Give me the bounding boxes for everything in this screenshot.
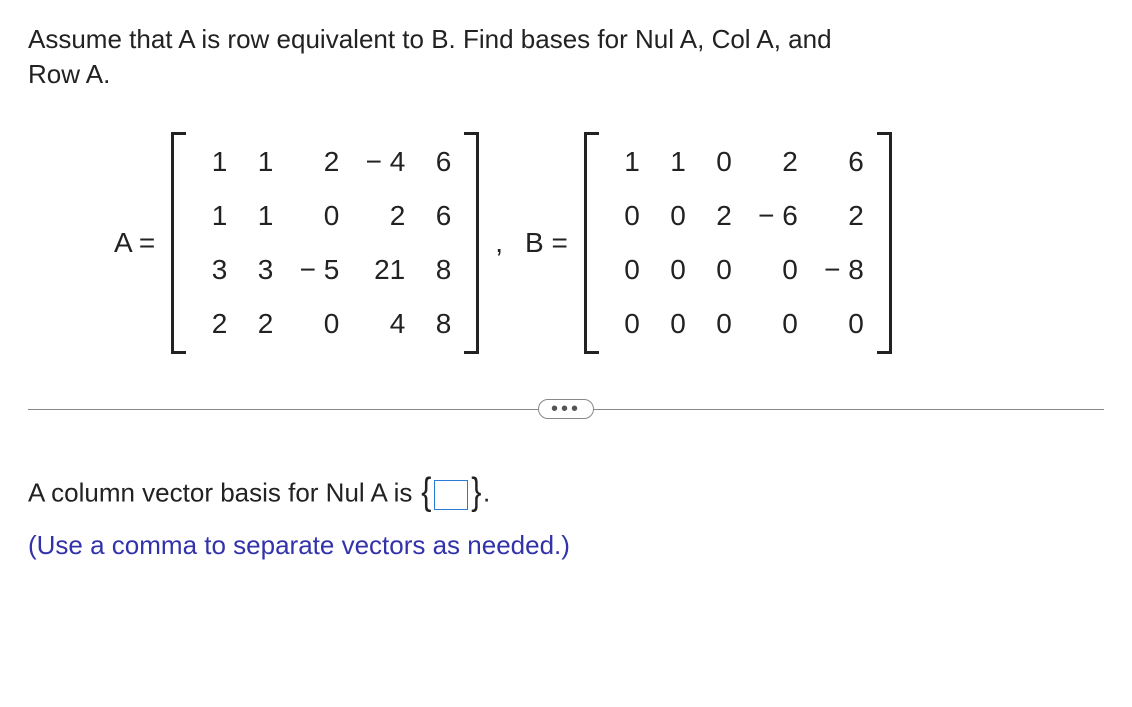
answer-prompt: A column vector basis for Nul A is bbox=[28, 477, 420, 507]
matrix-cell: 6 bbox=[423, 200, 451, 232]
matrix-cell: 0 bbox=[704, 308, 732, 340]
matrix-cell: 0 bbox=[612, 308, 640, 340]
matrix-a-grid: 1 1 2 − 4 6 1 1 0 2 6 3 3 − 5 21 8 2 2 0… bbox=[185, 132, 465, 354]
matrix-cell: − 8 bbox=[816, 254, 864, 286]
matrix-cell: 0 bbox=[750, 254, 798, 286]
matrix-cell: 8 bbox=[423, 254, 451, 286]
answer-section: A column vector basis for Nul A is {}. (… bbox=[28, 464, 1104, 566]
matrix-cell: 0 bbox=[658, 308, 686, 340]
matrix-separator: , bbox=[495, 227, 503, 259]
question-line-1: Assume that A is row equivalent to B. Fi… bbox=[28, 24, 832, 54]
matrix-cell: − 5 bbox=[291, 254, 339, 286]
section-divider: ••• bbox=[28, 399, 1104, 419]
matrix-cell: 0 bbox=[291, 200, 339, 232]
matrix-cell: 1 bbox=[199, 146, 227, 178]
matrix-cell: 3 bbox=[199, 254, 227, 286]
matrix-cell: 2 bbox=[750, 146, 798, 178]
question-text: Assume that A is row equivalent to B. Fi… bbox=[28, 22, 1104, 92]
matrix-cell: 2 bbox=[816, 200, 864, 232]
answer-input[interactable] bbox=[434, 480, 468, 510]
matrix-cell: 0 bbox=[704, 254, 732, 286]
divider-line bbox=[28, 409, 539, 410]
matrix-cell: 4 bbox=[357, 308, 405, 340]
matrix-cell: 6 bbox=[816, 146, 864, 178]
matrix-cell: 1 bbox=[245, 200, 273, 232]
expand-ellipsis-button[interactable]: ••• bbox=[538, 399, 594, 419]
matrix-cell: 0 bbox=[658, 254, 686, 286]
matrix-b: 1 1 0 2 6 0 0 2 − 6 2 0 0 0 0 − 8 0 0 0 … bbox=[584, 132, 892, 354]
answer-period: . bbox=[483, 477, 490, 507]
matrix-cell: − 4 bbox=[357, 146, 405, 178]
bracket-right-icon bbox=[465, 132, 479, 354]
matrix-cell: 21 bbox=[357, 254, 405, 286]
divider-line bbox=[593, 409, 1104, 410]
matrix-b-label: B = bbox=[525, 227, 568, 259]
question-line-2: Row A. bbox=[28, 59, 110, 89]
matrix-cell: 0 bbox=[704, 146, 732, 178]
matrix-cell: 2 bbox=[704, 200, 732, 232]
matrix-cell: 2 bbox=[199, 308, 227, 340]
matrix-cell: 2 bbox=[245, 308, 273, 340]
matrix-cell: 6 bbox=[423, 146, 451, 178]
matrix-cell: 0 bbox=[750, 308, 798, 340]
matrix-cell: 2 bbox=[357, 200, 405, 232]
matrix-cell: 0 bbox=[612, 254, 640, 286]
brace-left-icon: { bbox=[421, 462, 431, 523]
matrix-cell: 0 bbox=[658, 200, 686, 232]
matrix-cell: 0 bbox=[816, 308, 864, 340]
matrix-cell: 0 bbox=[291, 308, 339, 340]
matrix-b-grid: 1 1 0 2 6 0 0 2 − 6 2 0 0 0 0 − 8 0 0 0 … bbox=[598, 132, 878, 354]
answer-hint: (Use a comma to separate vectors as need… bbox=[28, 530, 570, 560]
matrix-cell: − 6 bbox=[750, 200, 798, 232]
matrix-cell: 0 bbox=[612, 200, 640, 232]
matrix-cell: 1 bbox=[612, 146, 640, 178]
bracket-left-icon bbox=[584, 132, 598, 354]
bracket-left-icon bbox=[171, 132, 185, 354]
matrix-cell: 1 bbox=[199, 200, 227, 232]
matrix-a-label: A = bbox=[114, 227, 155, 259]
bracket-right-icon bbox=[878, 132, 892, 354]
matrix-cell: 1 bbox=[658, 146, 686, 178]
ellipsis-icon: ••• bbox=[551, 400, 581, 418]
matrix-cell: 8 bbox=[423, 308, 451, 340]
matrix-a: 1 1 2 − 4 6 1 1 0 2 6 3 3 − 5 21 8 2 2 0… bbox=[171, 132, 479, 354]
matrices-row: A = 1 1 2 − 4 6 1 1 0 2 6 3 3 − 5 21 8 2… bbox=[108, 132, 1104, 354]
matrix-cell: 3 bbox=[245, 254, 273, 286]
brace-right-icon: } bbox=[472, 462, 482, 523]
matrix-cell: 1 bbox=[245, 146, 273, 178]
matrix-cell: 2 bbox=[291, 146, 339, 178]
